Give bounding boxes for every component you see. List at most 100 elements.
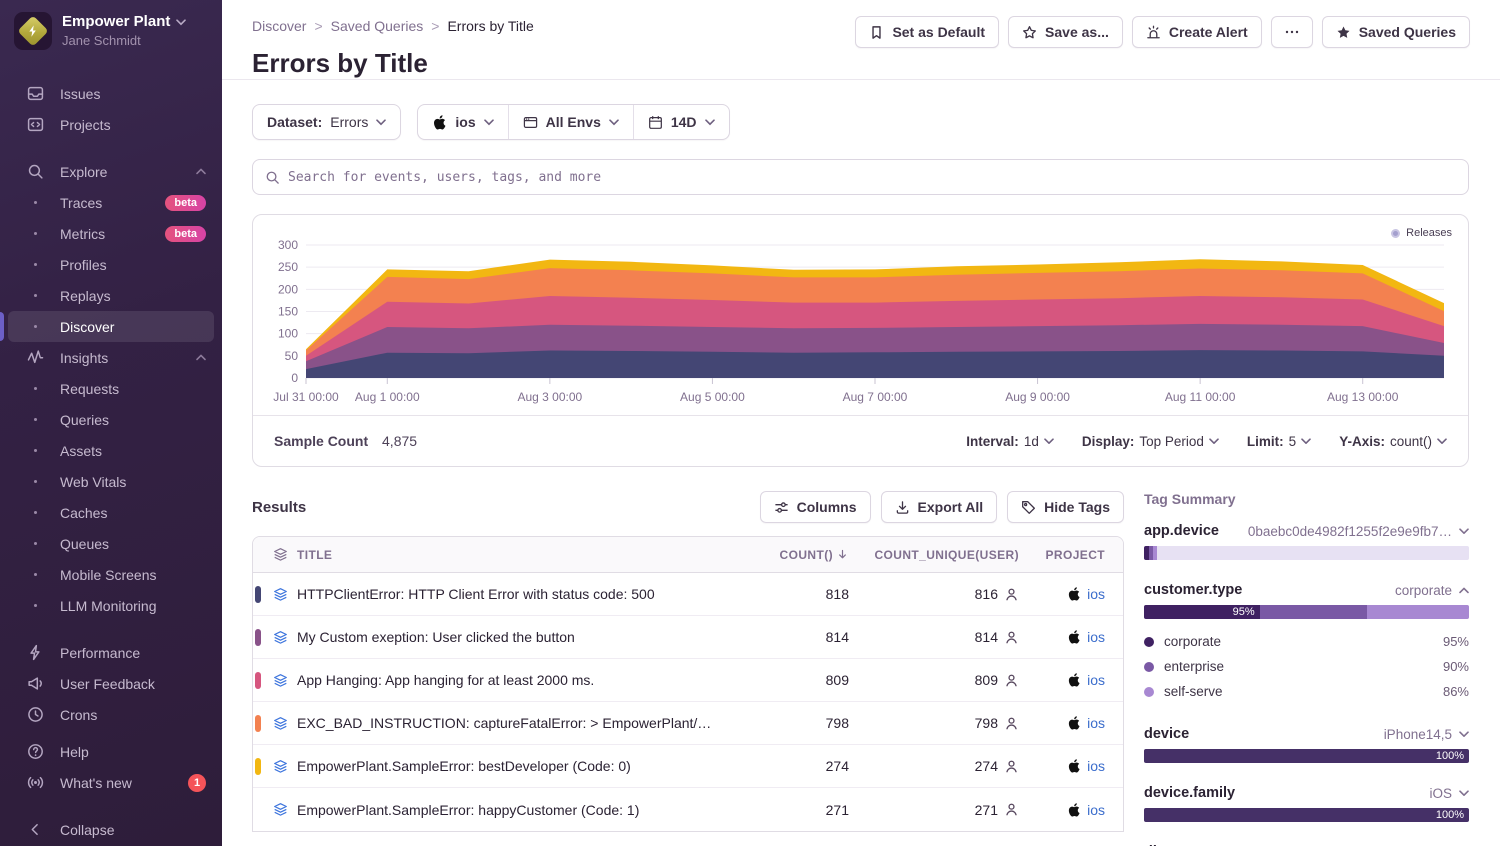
sidebar-item-label: What's new <box>60 775 132 791</box>
sidebar-item-projects[interactable]: Projects <box>8 109 214 140</box>
stack-icon[interactable] <box>263 759 297 774</box>
sidebar-item-issues[interactable]: Issues <box>8 78 214 109</box>
error-title-link[interactable]: EXC_BAD_INSTRUCTION: captureFatalError: … <box>297 715 729 731</box>
project-link[interactable]: ios <box>1087 802 1105 818</box>
tag-legend-row[interactable]: self-serve86% <box>1144 679 1469 704</box>
saved-queries-button[interactable]: Saved Queries <box>1322 16 1470 48</box>
limit-selector[interactable]: Limit:5 <box>1247 434 1311 449</box>
table-row[interactable]: EmpowerPlant.SampleError: happyCustomer … <box>253 788 1123 831</box>
sidebar-item-llm-monitoring[interactable]: LLM Monitoring <box>8 590 214 621</box>
environment-filter[interactable]: All Envs <box>508 105 633 139</box>
sidebar-item-queries[interactable]: Queries <box>8 404 214 435</box>
table-row[interactable]: EmpowerPlant.SampleError: bestDeveloper … <box>253 745 1123 788</box>
sidebar-item-web-vitals[interactable]: Web Vitals <box>8 466 214 497</box>
table-row[interactable]: My Custom exeption: User clicked the but… <box>253 616 1123 659</box>
column-title[interactable]: TITLE <box>297 548 729 562</box>
stack-icon[interactable] <box>263 673 297 688</box>
sidebar-item-profiles[interactable]: Profiles <box>8 249 214 280</box>
sidebar-item-discover[interactable]: Discover <box>8 311 214 342</box>
chevron-icon <box>1459 528 1469 535</box>
project-link[interactable]: ios <box>1087 629 1105 645</box>
column-project[interactable]: PROJECT <box>1019 548 1123 562</box>
org-switcher[interactable]: Empower Plant Jane Schmidt <box>0 12 222 64</box>
count-unique-value: 816 <box>849 586 1019 602</box>
stack-icon[interactable] <box>263 716 297 731</box>
sidebar-item-help[interactable]: Help <box>8 736 214 767</box>
tag-value-toggle[interactable]: 0baebc0de4982f1255f2e9e9fb7… <box>1248 524 1469 539</box>
sidebar-item-collapse[interactable]: Collapse <box>8 814 214 845</box>
sidebar-item-explore[interactable]: Explore <box>8 156 214 187</box>
column-count[interactable]: COUNT() <box>729 548 849 562</box>
tag-value-toggle[interactable]: iPhone14,5 <box>1384 727 1469 742</box>
project-link[interactable]: ios <box>1087 672 1105 688</box>
count-value: 814 <box>729 629 849 645</box>
sidebar-item-insights[interactable]: Insights <box>8 342 214 373</box>
date-range-filter[interactable]: 14D <box>633 105 729 139</box>
sidebar-item-caches[interactable]: Caches <box>8 497 214 528</box>
sidebar-item-mobile-screens[interactable]: Mobile Screens <box>8 559 214 590</box>
project-cell: ios <box>1019 802 1123 818</box>
tag-value-toggle[interactable]: iOS <box>1429 786 1469 801</box>
set-as-default-button[interactable]: Set as Default <box>855 16 999 48</box>
tag-legend-row[interactable]: enterprise90% <box>1144 654 1469 679</box>
tag-value-toggle[interactable]: corporate <box>1395 583 1469 598</box>
sidebar-item-what-s-new[interactable]: What's new1 <box>8 767 214 798</box>
chart-legend[interactable]: Releases <box>1391 227 1452 239</box>
table-row[interactable]: HTTPClientError: HTTP Client Error with … <box>253 573 1123 616</box>
export-all-button[interactable]: Export All <box>881 491 998 523</box>
sidebar-item-crons[interactable]: Crons <box>8 699 214 730</box>
project-filter[interactable]: ios <box>418 105 507 139</box>
interval-selector[interactable]: Interval:1d <box>966 434 1054 449</box>
error-title-link[interactable]: App Hanging: App hanging for at least 20… <box>297 672 729 688</box>
bullet-dot-icon <box>24 573 46 576</box>
table-row[interactable]: EXC_BAD_INSTRUCTION: captureFatalError: … <box>253 702 1123 745</box>
chevron-up-icon <box>196 168 206 175</box>
project-link[interactable]: ios <box>1087 586 1105 602</box>
project-link[interactable]: ios <box>1087 715 1105 731</box>
count-unique-value: 814 <box>849 629 1019 645</box>
table-row[interactable]: App Hanging: App hanging for at least 20… <box>253 659 1123 702</box>
sidebar-item-traces[interactable]: Tracesbeta <box>8 187 214 218</box>
sidebar-item-requests[interactable]: Requests <box>8 373 214 404</box>
sidebar-item-label: Queues <box>60 536 109 552</box>
tag-distribution-bar[interactable]: 100% <box>1144 749 1469 763</box>
tag-distribution-bar[interactable] <box>1144 546 1469 560</box>
create-alert-button[interactable]: Create Alert <box>1132 16 1262 48</box>
hide-tags-button[interactable]: Hide Tags <box>1007 491 1124 523</box>
more-options-button[interactable] <box>1271 16 1313 48</box>
error-title-link[interactable]: My Custom exeption: User clicked the but… <box>297 629 729 645</box>
sidebar-item-user-feedback[interactable]: User Feedback <box>8 668 214 699</box>
tag-distribution-bar[interactable]: 95% <box>1144 605 1469 619</box>
stack-icon[interactable] <box>263 630 297 645</box>
stack-icon[interactable] <box>263 587 297 602</box>
series-color-chip <box>255 672 261 689</box>
stack-icon[interactable] <box>263 802 297 817</box>
error-title-link[interactable]: HTTPClientError: HTTP Client Error with … <box>297 586 729 602</box>
tag-bar-segment <box>1153 546 1157 560</box>
save-as-button[interactable]: Save as... <box>1008 16 1123 48</box>
error-title-link[interactable]: EmpowerPlant.SampleError: bestDeveloper … <box>297 758 729 774</box>
tag-distribution-bar[interactable]: 100% <box>1144 808 1469 822</box>
y-axis-selector[interactable]: Y-Axis:count() <box>1339 434 1447 449</box>
breadcrumb-saved-queries[interactable]: Saved Queries <box>331 18 424 34</box>
project-link[interactable]: ios <box>1087 758 1105 774</box>
sidebar-item-metrics[interactable]: Metricsbeta <box>8 218 214 249</box>
display-selector[interactable]: Display:Top Period <box>1082 434 1219 449</box>
errors-over-time-chart[interactable]: 050100150200250300Jul 31 00:00Aug 1 00:0… <box>253 215 1468 415</box>
releases-dot-icon <box>1391 229 1400 238</box>
star-filled-icon <box>1336 25 1351 40</box>
dataset-selector[interactable]: Dataset: Errors <box>252 104 401 140</box>
sidebar-item-assets[interactable]: Assets <box>8 435 214 466</box>
breadcrumb-discover[interactable]: Discover <box>252 18 306 34</box>
search-input[interactable] <box>288 170 1456 185</box>
sidebar-item-performance[interactable]: Performance <box>8 637 214 668</box>
columns-button[interactable]: Columns <box>760 491 871 523</box>
tag-legend-row[interactable]: corporate95% <box>1144 629 1469 654</box>
sidebar-item-queues[interactable]: Queues <box>8 528 214 559</box>
svg-text:200: 200 <box>278 282 298 296</box>
sidebar-item-replays[interactable]: Replays <box>8 280 214 311</box>
series-color-chip <box>255 629 261 646</box>
column-count-unique[interactable]: COUNT_UNIQUE(USER) <box>849 548 1019 562</box>
tag-top-value: corporate <box>1395 583 1452 598</box>
error-title-link[interactable]: EmpowerPlant.SampleError: happyCustomer … <box>297 802 729 818</box>
